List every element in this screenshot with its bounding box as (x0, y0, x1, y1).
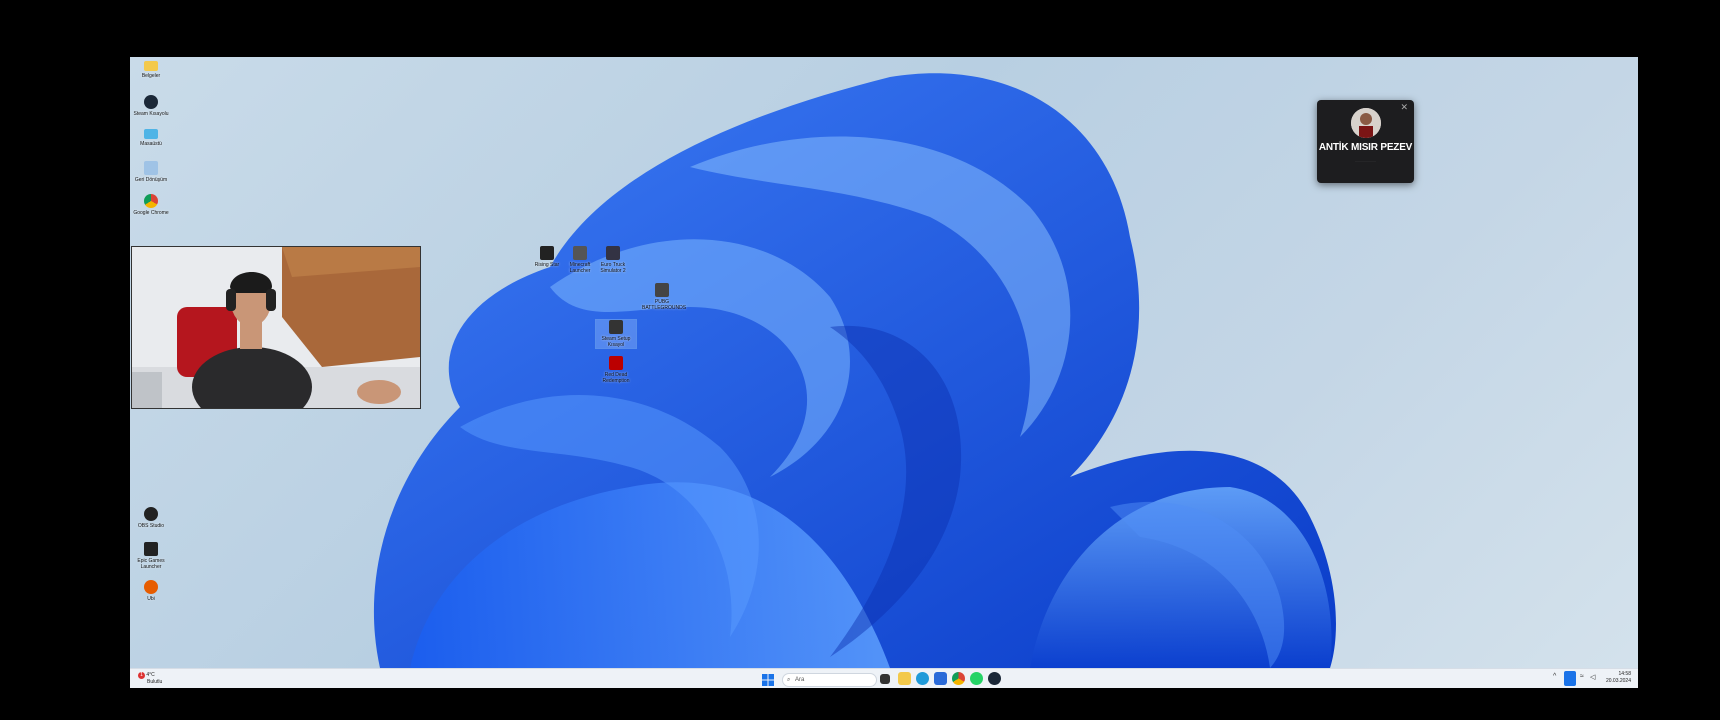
recycle-bin-icon (144, 161, 158, 175)
desktop-icon-label: Masaüstü (140, 141, 162, 147)
desktop-icon-label: Red Dead Redemption (602, 372, 630, 384)
taskbar-clock[interactable]: 14:58 20.03.2024 (1606, 671, 1631, 685)
weather-badge: 1 (138, 672, 145, 679)
notification-card[interactable]: ✕ ANTİK MISIR PEZEV ····················… (1317, 100, 1414, 183)
desktop-icon-label: OBS Studio (137, 523, 165, 529)
obs-icon (144, 507, 158, 521)
start-button[interactable] (762, 673, 774, 686)
game-icon (606, 246, 620, 260)
desktop-icon-epic[interactable]: Epic Games Launcher (131, 542, 171, 570)
weather-temp: 4°C (146, 672, 155, 678)
game-icon (540, 246, 554, 260)
file-explorer-button[interactable] (898, 672, 911, 685)
desktop-icon-label: Geri Dönüşüm (134, 177, 168, 183)
whatsapp-button[interactable] (970, 672, 983, 685)
desktop-icon-game-6[interactable]: Red Dead Redemption (596, 356, 636, 384)
desktop-icon-ubisoft[interactable]: Ubi (131, 580, 171, 602)
avatar-image (1350, 108, 1381, 138)
epic-icon (144, 542, 158, 556)
notification-title: ANTİK MISIR PEZEV (1318, 142, 1413, 153)
webcam-overlay (131, 246, 421, 409)
wifi-icon[interactable]: ≈ (1580, 673, 1584, 680)
desktop-icon-obs[interactable]: OBS Studio (131, 507, 171, 529)
steam-button[interactable] (988, 672, 1001, 685)
desktop-icon-folder[interactable]: Belgeler (131, 61, 171, 79)
search-placeholder: Ara (795, 677, 805, 683)
game-icon (609, 356, 623, 370)
search-icon: ⌕ (787, 677, 791, 683)
desktop-icon-game-3[interactable]: Euro Truck Simulator 2 (593, 246, 633, 274)
monitor-icon (144, 129, 158, 139)
desktop-icon-label: Epic Games Launcher (137, 558, 165, 570)
clock-time: 14:58 (1618, 671, 1631, 677)
desktop-icon-monitor[interactable]: Masaüstü (131, 129, 171, 147)
close-icon[interactable]: ✕ (1400, 102, 1408, 113)
desktop-icon-label: Google Chrome (133, 210, 169, 216)
game-icon (609, 320, 623, 334)
desktop-icon-label: Euro Truck Simulator 2 (600, 262, 626, 274)
webcam-video-frame (132, 247, 420, 408)
folder-icon (144, 61, 158, 71)
desktop-icon-recycle-bin[interactable]: Geri Dönüşüm (131, 161, 171, 183)
microphone-button[interactable] (1564, 671, 1576, 686)
desktop-icon-label: Steam Kısayolu (133, 111, 169, 117)
desktop-icon-label: Steam Setup Kısayol (601, 336, 631, 348)
task-view-button[interactable] (880, 674, 890, 684)
desktop-icon-label: Belgeler (141, 73, 161, 79)
chrome-button[interactable] (952, 672, 965, 685)
volume-icon[interactable]: ◁ (1590, 673, 1595, 681)
store-button[interactable] (934, 672, 947, 685)
steam-icon (144, 95, 158, 109)
desktop-icon-label: PUBG BATTLEGROUNDS (642, 299, 687, 311)
taskbar: 1 4°C Bulutlu ⌕ Ara ^ ≈ ◁ 14:58 20.03.20… (130, 668, 1638, 688)
weather-widget[interactable]: 1 4°C Bulutlu (138, 672, 162, 685)
weather-desc: Bulutlu (147, 679, 163, 685)
notification-subtitle: ····················· (1355, 159, 1376, 163)
game-icon (573, 246, 587, 260)
desktop-icon-steam-shortcut[interactable]: Steam Kısayolu (131, 95, 171, 117)
avatar (1350, 108, 1381, 138)
game-icon (655, 283, 669, 297)
chrome-icon (144, 194, 158, 208)
chevron-up-icon[interactable]: ^ (1553, 673, 1556, 680)
desktop-icon-game-4[interactable]: PUBG BATTLEGROUNDS (642, 283, 687, 311)
desktop-screen: Belgeler Steam Kısayolu Masaüstü Geri Dö… (130, 57, 1638, 688)
ubisoft-icon (144, 580, 158, 594)
windows-icon (762, 674, 774, 686)
desktop-icon-chrome[interactable]: Google Chrome (131, 194, 171, 216)
desktop-icon-label: Ubi (147, 596, 155, 602)
clock-date: 20.03.2024 (1605, 678, 1631, 684)
search-box[interactable]: ⌕ Ara (782, 673, 877, 687)
edge-button[interactable] (916, 672, 929, 685)
desktop-icon-game-5[interactable]: Steam Setup Kısayol (595, 319, 637, 349)
